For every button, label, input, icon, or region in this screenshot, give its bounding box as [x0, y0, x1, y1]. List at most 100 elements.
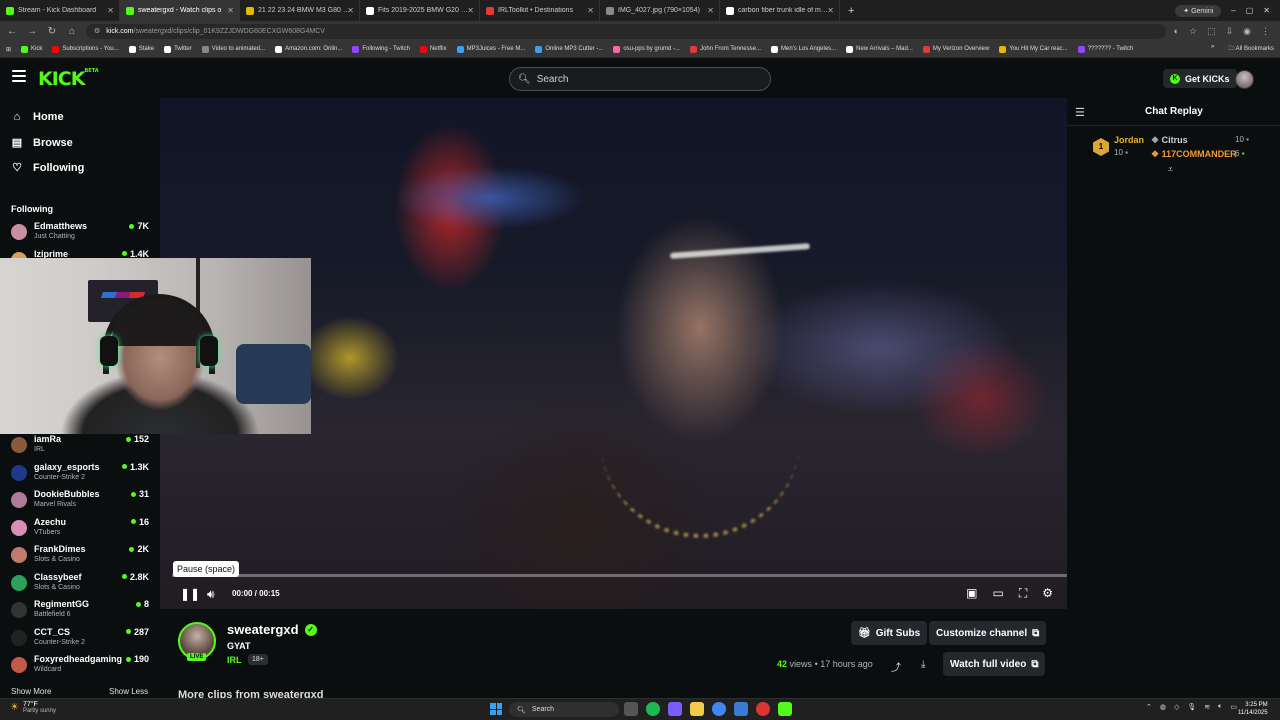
hamburger-menu-icon[interactable] — [12, 70, 26, 82]
bookmark-item[interactable]: Men's Los Angeles... — [770, 45, 836, 53]
leaderboard-user[interactable]: ❖ Citrus — [1151, 135, 1188, 146]
bookmark-item[interactable]: Twitter — [164, 45, 192, 53]
network-icon[interactable]: ◇ — [1174, 703, 1179, 711]
sidebar-item-browse[interactable]: ▤ Browse — [11, 136, 73, 150]
bookmark-item[interactable]: Online MP3 Cutter -... — [535, 45, 603, 53]
watch-full-video-button[interactable]: Watch full video ⧉ — [943, 652, 1046, 676]
reload-icon[interactable]: ↻ — [46, 26, 58, 37]
sidebar-channel[interactable]: RegimentGG Battlefield 6 8 — [11, 599, 150, 621]
forward-icon[interactable]: → — [26, 26, 38, 37]
wifi-icon[interactable]: ≋ — [1204, 703, 1210, 711]
bookmark-item[interactable]: You Hit My Car reac... — [999, 45, 1068, 53]
leaderboard-user[interactable]: Jordan — [1114, 135, 1144, 145]
extension-icon[interactable]: ◐ — [1174, 26, 1179, 37]
browser-tab[interactable]: IRLToolkit • Destinations ✕ — [480, 0, 600, 21]
taskbar-search[interactable]: 🔍︎ Search — [509, 702, 619, 717]
browser-tab[interactable]: Stream - Kick Dashboard ✕ — [0, 0, 120, 21]
task-view-icon[interactable] — [624, 702, 638, 716]
bookmark-item[interactable]: New Arrivals – Mad... — [846, 45, 913, 53]
bookmark-item[interactable]: MP3Juices - Free M... — [456, 45, 525, 53]
gemini-button[interactable]: ✦ Gemini — [1175, 4, 1222, 17]
more-bookmarks-icon[interactable]: » — [1211, 44, 1214, 54]
bookmark-item[interactable]: ??????? - Twitch — [1077, 45, 1133, 53]
sidebar-item-following[interactable]: ♡ Following — [11, 161, 84, 175]
browser-tab[interactable]: carbon fiber trunk idle of man g ✕ — [720, 0, 840, 21]
sidebar-channel[interactable]: DookieBubbles Marvel Rivals 31 — [11, 489, 150, 511]
sidebar-channel[interactable]: Classybeef Slots & Casino 2.8K — [11, 572, 150, 594]
bookmark-item[interactable]: Kick — [21, 45, 42, 53]
extensions-icon[interactable]: ⬚ — [1207, 26, 1216, 37]
channel-name[interactable]: sweatergxd ✓ — [227, 622, 317, 637]
get-kicks-button[interactable]: K Get KICKs — [1163, 69, 1237, 88]
start-button-icon[interactable] — [490, 703, 502, 715]
browser-tab[interactable]: 21 22 23 24 BMW M3 G80 Rea ✕ — [240, 0, 360, 21]
spotify-icon[interactable] — [646, 702, 660, 716]
sidebar-channel[interactable]: Azechu VTubers 16 — [11, 517, 150, 539]
bookmark-item[interactable]: Following - Twitch — [352, 45, 410, 53]
sidebar-channel[interactable]: FrankDimes Slots & Casino 2K — [11, 544, 150, 566]
miniplayer-icon[interactable]: ▣ — [966, 586, 977, 601]
address-bar[interactable]: ⚙ kick.com/sweatergxd/clips/clip_01K9ZZJ… — [86, 23, 1166, 39]
kick-app-icon[interactable] — [778, 702, 792, 716]
close-tab-icon[interactable]: ✕ — [587, 6, 594, 15]
user-avatar[interactable] — [1235, 70, 1254, 89]
new-tab-icon[interactable]: + — [840, 5, 862, 17]
sidebar-channel[interactable]: CCT_CS Counter-Strike 2 287 — [11, 627, 150, 649]
close-tab-icon[interactable]: ✕ — [227, 6, 234, 15]
photos-icon[interactable] — [734, 702, 748, 716]
collapse-chat-icon[interactable]: ☰ — [1075, 106, 1085, 119]
bookmark-star-icon[interactable]: ☆ — [1189, 26, 1197, 37]
tray-chevron-icon[interactable]: ⌃ — [1146, 703, 1152, 711]
downloads-icon[interactable]: ⇩ — [1226, 26, 1234, 37]
menu-icon[interactable]: ⋮ — [1261, 26, 1270, 37]
pause-icon[interactable]: ❚❚ — [180, 587, 200, 601]
progress-bar[interactable] — [172, 574, 1067, 577]
fullscreen-icon[interactable]: ⛶ — [1019, 586, 1027, 601]
bookmark-item[interactable]: John From Tennesse... — [690, 45, 761, 53]
sidebar-channel[interactable]: Foxyredheadgaming Wildcard 190 — [11, 654, 150, 676]
sidebar-channel[interactable]: iamRa IRL 152 — [11, 434, 150, 456]
apps-icon[interactable]: ⊞ — [6, 46, 11, 53]
gift-subs-button[interactable]: 🎁︎ Gift Subs — [851, 621, 928, 645]
sidebar-channel[interactable]: Edmatthews Just Chatting 7K — [11, 221, 150, 243]
volume-icon[interactable]: 🔊︎ — [207, 587, 215, 602]
close-tab-icon[interactable]: ✕ — [107, 6, 114, 15]
chrome-icon[interactable] — [712, 702, 726, 716]
settings-icon[interactable]: ⚙ — [1042, 586, 1053, 601]
theater-mode-icon[interactable]: ▭ — [992, 586, 1003, 601]
bookmark-item[interactable]: Stake — [128, 45, 154, 53]
close-tab-icon[interactable]: ✕ — [827, 6, 834, 15]
profile-icon[interactable]: ◉ — [1243, 26, 1251, 37]
expand-leaderboard-icon[interactable]: ⩡ — [1168, 164, 1173, 175]
kick-logo[interactable]: KICKBETA — [38, 68, 99, 90]
file-explorer-icon[interactable] — [690, 702, 704, 716]
close-tab-icon[interactable]: ✕ — [347, 6, 354, 15]
mic-icon[interactable]: 🎙︎ — [1187, 703, 1196, 711]
tray-app-icon[interactable]: ◍ — [1160, 703, 1166, 711]
search-input[interactable]: 🔍︎ Search — [509, 67, 771, 91]
download-icon[interactable]: ⤓ — [921, 659, 925, 670]
discord-icon[interactable] — [668, 702, 682, 716]
customize-channel-button[interactable]: Customize channel ⧉ — [929, 621, 1047, 645]
sidebar-channel[interactable]: galaxy_esports Counter-Strike 2 1.3K — [11, 462, 150, 484]
share-icon[interactable]: ⤴ — [891, 659, 901, 674]
all-bookmarks-folder[interactable]: 🗀︎ All Bookmarks — [1228, 44, 1274, 54]
maximize-icon[interactable]: ▢ — [1246, 6, 1254, 15]
bookmark-item[interactable]: osu-pps by grumd -... — [613, 45, 680, 53]
sidebar-item-home[interactable]: ⌂ Home — [11, 111, 64, 123]
battery-icon[interactable]: ▭ — [1230, 703, 1237, 711]
browser-tab[interactable]: IMG_4027.jpg (790×1054) ✕ — [600, 0, 720, 21]
bookmark-item[interactable]: Netflix — [419, 45, 447, 53]
browser-tab[interactable]: sweatergxd - Watch clips o ✕ — [120, 0, 240, 21]
bookmark-item[interactable]: My Verizon Overview — [922, 45, 989, 53]
close-tab-icon[interactable]: ✕ — [467, 6, 474, 15]
minimize-icon[interactable]: – — [1231, 6, 1235, 15]
bookmark-item[interactable]: Subscriptions - You... — [52, 45, 119, 53]
back-icon[interactable]: ← — [6, 26, 18, 37]
close-window-icon[interactable]: ✕ — [1263, 6, 1270, 15]
leaderboard-user[interactable]: ❖ 117COMMANDER — [1151, 149, 1237, 160]
home-icon[interactable]: ⌂ — [66, 26, 78, 37]
show-more-button[interactable]: Show More — [11, 687, 51, 696]
volume-icon[interactable]: 🔈︎ — [1218, 703, 1222, 711]
show-less-button[interactable]: Show Less — [109, 687, 148, 696]
